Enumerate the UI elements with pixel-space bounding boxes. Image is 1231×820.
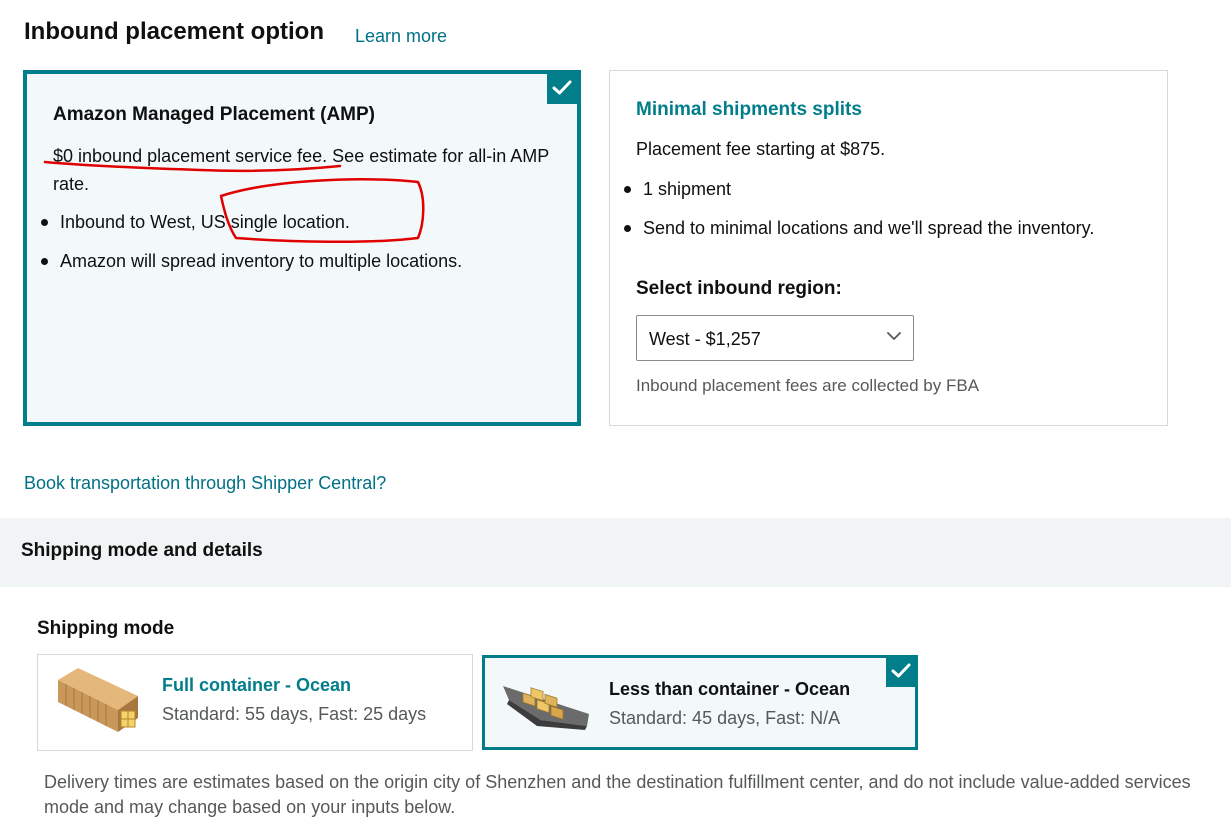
cargo-ship-icon bbox=[503, 686, 589, 730]
minimal-splits-option-card[interactable]: Minimal shipments splits Placement fee s… bbox=[609, 70, 1168, 426]
less-than-container-subtitle: Standard: 45 days, Fast: N/A bbox=[609, 708, 841, 728]
minimal-bullet-list: 1 shipment Send to minimal locations and… bbox=[610, 178, 1094, 256]
disclaimer-line: mode and may change based on your inputs… bbox=[44, 797, 456, 817]
minimal-splits-title: Minimal shipments splits bbox=[636, 99, 862, 120]
shipping-container-icon bbox=[58, 668, 138, 732]
full-container-title: Full container - Ocean bbox=[162, 675, 352, 695]
amp-title: Amazon Managed Placement (AMP) bbox=[53, 104, 375, 125]
delivery-disclaimer: Delivery times are estimates based on th… bbox=[44, 770, 1231, 820]
inbound-region-select[interactable]: West - $1,257 bbox=[636, 315, 914, 361]
learn-more-link[interactable]: Learn more bbox=[355, 26, 447, 47]
selected-check-icon bbox=[886, 657, 916, 687]
list-item: Send to minimal locations and we'll spre… bbox=[610, 217, 1094, 256]
book-transportation-link[interactable]: Book transportation through Shipper Cent… bbox=[24, 473, 386, 494]
list-item: Amazon will spread inventory to multiple… bbox=[27, 250, 462, 289]
shipping-section-header: Shipping mode and details bbox=[0, 518, 1231, 587]
amp-bullet-list: Inbound to West, US single location. Ama… bbox=[27, 211, 462, 289]
disclaimer-line: Delivery times are estimates based on th… bbox=[44, 772, 1191, 792]
amp-option-card[interactable]: Amazon Managed Placement (AMP) $0 inboun… bbox=[23, 70, 581, 426]
full-container-subtitle: Standard: 55 days, Fast: 25 days bbox=[162, 704, 427, 724]
page-title: Inbound placement option bbox=[24, 18, 324, 45]
less-than-container-title: Less than container - Ocean bbox=[609, 679, 851, 699]
less-than-container-option[interactable]: Less than container - Ocean Standard: 45… bbox=[482, 655, 918, 750]
selected-check-icon bbox=[547, 74, 577, 104]
amp-description: $0 inbound placement service fee. See es… bbox=[53, 146, 549, 194]
chevron-down-icon bbox=[887, 332, 901, 340]
inbound-region-value: West - $1,257 bbox=[649, 329, 761, 349]
shipping-section-title: Shipping mode and details bbox=[21, 540, 263, 561]
fees-note: Inbound placement fees are collected by … bbox=[636, 376, 980, 395]
placement-fee-text: Placement fee starting at $875. bbox=[636, 139, 886, 159]
inbound-region-label: Select inbound region: bbox=[636, 278, 842, 299]
shipping-mode-label: Shipping mode bbox=[37, 618, 175, 639]
full-container-option[interactable]: Full container - Ocean Standard: 55 days… bbox=[37, 654, 473, 751]
list-item: 1 shipment bbox=[610, 178, 1094, 217]
list-item: Inbound to West, US single location. bbox=[27, 211, 462, 250]
